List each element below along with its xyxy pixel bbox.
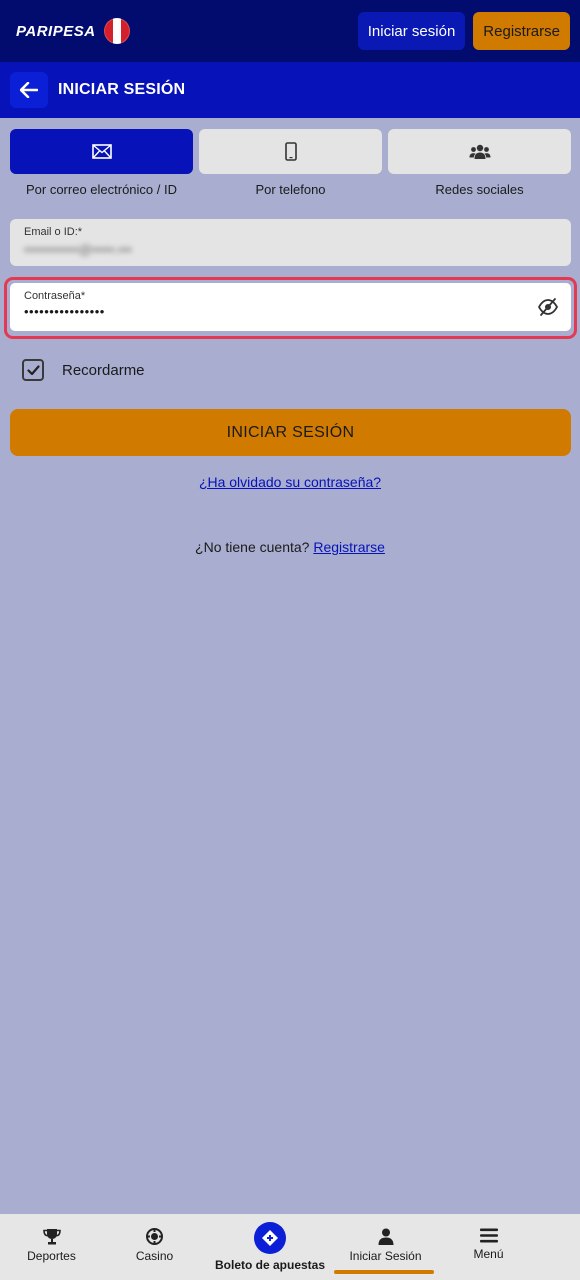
- header-login-button[interactable]: Iniciar sesión: [357, 12, 466, 50]
- casino-chip-icon: [146, 1228, 163, 1245]
- bet-slip-button[interactable]: [254, 1222, 286, 1254]
- password-field-value[interactable]: ••••••••••••••••: [24, 304, 557, 319]
- user-icon: [378, 1228, 393, 1245]
- forgot-password-link[interactable]: ¿Ha olvidado su contraseña?: [0, 474, 580, 490]
- password-field-label: Contraseña*: [24, 290, 86, 302]
- register-link[interactable]: Registrarse: [313, 539, 385, 555]
- remember-me-label[interactable]: Recordarme: [62, 362, 145, 379]
- mobile-phone-icon: [284, 142, 297, 161]
- tab-social[interactable]: Redes sociales: [388, 129, 571, 197]
- tab-social-label: Redes sociales: [435, 182, 524, 197]
- password-focus-outline: Contraseña* ••••••••••••••••: [4, 277, 577, 339]
- nav-label-login: Iniciar Sesión: [349, 1249, 422, 1263]
- nav-item-casino[interactable]: Casino: [103, 1214, 206, 1280]
- envelope-icon: [91, 144, 112, 159]
- nav-item-bet-slip[interactable]: Boleto de apuestas: [206, 1214, 334, 1280]
- email-field-label: Email o ID:*: [24, 226, 83, 238]
- tab-phone[interactable]: Por telefono: [199, 129, 382, 197]
- nav-item-sports[interactable]: Deportes: [0, 1214, 103, 1280]
- eye-slash-icon[interactable]: [537, 296, 559, 318]
- nav-label-menu: Menú: [473, 1247, 504, 1261]
- login-method-tabs: Por correo electrónico / ID Por telefono…: [10, 129, 571, 197]
- no-account-text: ¿No tiene cuenta?: [195, 539, 310, 555]
- users-group-icon: [469, 144, 490, 159]
- tab-phone-button[interactable]: [199, 129, 382, 174]
- brand-logo[interactable]: PARIPESA: [16, 23, 96, 40]
- tab-social-button[interactable]: [388, 129, 571, 174]
- checkmark-icon: [26, 364, 40, 375]
- email-field-value[interactable]: ••••••••••••@•••••.•••: [24, 242, 557, 257]
- back-button[interactable]: [10, 72, 48, 108]
- nav-label-casino: Casino: [135, 1249, 174, 1263]
- tab-email[interactable]: Por correo electrónico / ID: [10, 129, 193, 197]
- header-register-button[interactable]: Registrarse: [473, 12, 570, 50]
- bet-slip-icon: [262, 1230, 278, 1246]
- no-account-row: ¿No tiene cuenta? Registrarse: [0, 539, 580, 555]
- nav-active-indicator: [334, 1270, 434, 1274]
- nav-label-bet-slip: Boleto de apuestas: [214, 1258, 326, 1272]
- nav-item-menu[interactable]: Menú: [437, 1214, 540, 1280]
- peru-flag-icon[interactable]: [103, 18, 130, 44]
- remember-me-checkbox[interactable]: [22, 359, 44, 381]
- hamburger-menu-icon: [479, 1228, 498, 1243]
- tab-email-button[interactable]: [10, 129, 193, 174]
- tab-email-label: Por correo electrónico / ID: [25, 182, 177, 197]
- page-title: INICIAR SESIÓN: [58, 81, 186, 98]
- nav-item-login[interactable]: Iniciar Sesión: [334, 1214, 437, 1280]
- login-submit-button[interactable]: INICIAR SESIÓN: [10, 409, 571, 456]
- trophy-icon: [42, 1229, 61, 1245]
- remember-me-row[interactable]: Recordarme: [22, 359, 145, 381]
- nav-label-sports: Deportes: [27, 1249, 76, 1263]
- page-title-bar: INICIAR SESIÓN: [0, 62, 580, 118]
- top-header: PARIPESA Iniciar sesión Registrarse: [0, 0, 580, 62]
- password-field[interactable]: Contraseña* ••••••••••••••••: [10, 283, 571, 331]
- tab-phone-label: Por telefono: [255, 182, 326, 197]
- bottom-navigation: Deportes Casino Boleto de apuestas Inici…: [0, 1214, 580, 1280]
- arrow-left-icon: [20, 82, 38, 98]
- email-field[interactable]: Email o ID:* ••••••••••••@•••••.•••: [10, 219, 571, 266]
